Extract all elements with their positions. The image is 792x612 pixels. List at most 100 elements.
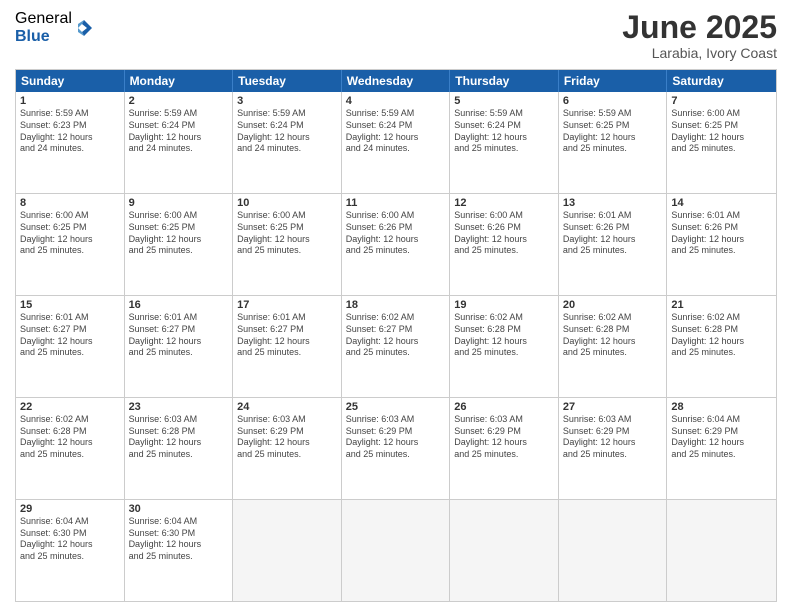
- day-number: 12: [454, 197, 554, 209]
- cal-cell: 14Sunrise: 6:01 AM Sunset: 6:26 PM Dayli…: [667, 194, 776, 295]
- page: General Blue June 2025 Larabia, Ivory Co…: [0, 0, 792, 612]
- day-number: 25: [346, 401, 446, 413]
- day-number: 24: [237, 401, 337, 413]
- logo-general: General: [15, 10, 72, 28]
- cal-cell: 2Sunrise: 5:59 AM Sunset: 6:24 PM Daylig…: [125, 92, 234, 193]
- day-number: 11: [346, 197, 446, 209]
- cal-header-monday: Monday: [125, 70, 234, 92]
- cell-info: Sunrise: 5:59 AM Sunset: 6:24 PM Dayligh…: [129, 108, 229, 155]
- cell-info: Sunrise: 5:59 AM Sunset: 6:24 PM Dayligh…: [454, 108, 554, 155]
- cell-info: Sunrise: 6:01 AM Sunset: 6:27 PM Dayligh…: [20, 312, 120, 359]
- cal-cell: 26Sunrise: 6:03 AM Sunset: 6:29 PM Dayli…: [450, 398, 559, 499]
- cal-header-thursday: Thursday: [450, 70, 559, 92]
- cal-cell: [667, 500, 776, 601]
- cal-cell: 4Sunrise: 5:59 AM Sunset: 6:24 PM Daylig…: [342, 92, 451, 193]
- day-number: 5: [454, 95, 554, 107]
- cal-cell: 22Sunrise: 6:02 AM Sunset: 6:28 PM Dayli…: [16, 398, 125, 499]
- cell-info: Sunrise: 6:00 AM Sunset: 6:26 PM Dayligh…: [346, 210, 446, 257]
- cell-info: Sunrise: 5:59 AM Sunset: 6:24 PM Dayligh…: [346, 108, 446, 155]
- cal-row-4: 22Sunrise: 6:02 AM Sunset: 6:28 PM Dayli…: [16, 397, 776, 499]
- cal-cell: 28Sunrise: 6:04 AM Sunset: 6:29 PM Dayli…: [667, 398, 776, 499]
- cal-row-3: 15Sunrise: 6:01 AM Sunset: 6:27 PM Dayli…: [16, 295, 776, 397]
- cal-cell: [233, 500, 342, 601]
- logo-blue: Blue: [15, 28, 72, 46]
- day-number: 23: [129, 401, 229, 413]
- cell-info: Sunrise: 6:03 AM Sunset: 6:29 PM Dayligh…: [563, 414, 663, 461]
- cell-info: Sunrise: 6:04 AM Sunset: 6:30 PM Dayligh…: [129, 516, 229, 563]
- cal-row-5: 29Sunrise: 6:04 AM Sunset: 6:30 PM Dayli…: [16, 499, 776, 601]
- cal-cell: 10Sunrise: 6:00 AM Sunset: 6:25 PM Dayli…: [233, 194, 342, 295]
- cell-info: Sunrise: 6:04 AM Sunset: 6:30 PM Dayligh…: [20, 516, 120, 563]
- cell-info: Sunrise: 6:00 AM Sunset: 6:25 PM Dayligh…: [129, 210, 229, 257]
- cell-info: Sunrise: 6:02 AM Sunset: 6:28 PM Dayligh…: [454, 312, 554, 359]
- cal-cell: 21Sunrise: 6:02 AM Sunset: 6:28 PM Dayli…: [667, 296, 776, 397]
- cal-cell: [450, 500, 559, 601]
- cal-cell: 7Sunrise: 6:00 AM Sunset: 6:25 PM Daylig…: [667, 92, 776, 193]
- cal-cell: 30Sunrise: 6:04 AM Sunset: 6:30 PM Dayli…: [125, 500, 234, 601]
- day-number: 30: [129, 503, 229, 515]
- day-number: 13: [563, 197, 663, 209]
- cal-header-tuesday: Tuesday: [233, 70, 342, 92]
- cal-cell: 8Sunrise: 6:00 AM Sunset: 6:25 PM Daylig…: [16, 194, 125, 295]
- cell-info: Sunrise: 6:00 AM Sunset: 6:25 PM Dayligh…: [237, 210, 337, 257]
- cal-cell: 9Sunrise: 6:00 AM Sunset: 6:25 PM Daylig…: [125, 194, 234, 295]
- cell-info: Sunrise: 6:01 AM Sunset: 6:27 PM Dayligh…: [129, 312, 229, 359]
- day-number: 15: [20, 299, 120, 311]
- cal-cell: 17Sunrise: 6:01 AM Sunset: 6:27 PM Dayli…: [233, 296, 342, 397]
- cal-cell: 16Sunrise: 6:01 AM Sunset: 6:27 PM Dayli…: [125, 296, 234, 397]
- cal-cell: 18Sunrise: 6:02 AM Sunset: 6:27 PM Dayli…: [342, 296, 451, 397]
- day-number: 3: [237, 95, 337, 107]
- cell-info: Sunrise: 6:03 AM Sunset: 6:29 PM Dayligh…: [346, 414, 446, 461]
- cal-cell: 19Sunrise: 6:02 AM Sunset: 6:28 PM Dayli…: [450, 296, 559, 397]
- cal-cell: 3Sunrise: 5:59 AM Sunset: 6:24 PM Daylig…: [233, 92, 342, 193]
- calendar-header: SundayMondayTuesdayWednesdayThursdayFrid…: [16, 70, 776, 92]
- cell-info: Sunrise: 6:02 AM Sunset: 6:28 PM Dayligh…: [20, 414, 120, 461]
- cell-info: Sunrise: 6:03 AM Sunset: 6:28 PM Dayligh…: [129, 414, 229, 461]
- cell-info: Sunrise: 6:00 AM Sunset: 6:25 PM Dayligh…: [671, 108, 772, 155]
- cell-info: Sunrise: 6:04 AM Sunset: 6:29 PM Dayligh…: [671, 414, 772, 461]
- day-number: 22: [20, 401, 120, 413]
- logo-icon: [74, 18, 94, 38]
- day-number: 19: [454, 299, 554, 311]
- cell-info: Sunrise: 6:02 AM Sunset: 6:28 PM Dayligh…: [671, 312, 772, 359]
- cal-cell: 29Sunrise: 6:04 AM Sunset: 6:30 PM Dayli…: [16, 500, 125, 601]
- day-number: 10: [237, 197, 337, 209]
- cell-info: Sunrise: 5:59 AM Sunset: 6:24 PM Dayligh…: [237, 108, 337, 155]
- cell-info: Sunrise: 6:02 AM Sunset: 6:28 PM Dayligh…: [563, 312, 663, 359]
- cell-info: Sunrise: 6:03 AM Sunset: 6:29 PM Dayligh…: [237, 414, 337, 461]
- cal-cell: 15Sunrise: 6:01 AM Sunset: 6:27 PM Dayli…: [16, 296, 125, 397]
- day-number: 26: [454, 401, 554, 413]
- logo-text: General Blue: [15, 10, 72, 45]
- cal-cell: [559, 500, 668, 601]
- day-number: 1: [20, 95, 120, 107]
- cal-header-saturday: Saturday: [667, 70, 776, 92]
- day-number: 7: [671, 95, 772, 107]
- cal-cell: 27Sunrise: 6:03 AM Sunset: 6:29 PM Dayli…: [559, 398, 668, 499]
- cal-header-friday: Friday: [559, 70, 668, 92]
- cal-cell: 24Sunrise: 6:03 AM Sunset: 6:29 PM Dayli…: [233, 398, 342, 499]
- calendar-body: 1Sunrise: 5:59 AM Sunset: 6:23 PM Daylig…: [16, 92, 776, 601]
- cal-cell: 11Sunrise: 6:00 AM Sunset: 6:26 PM Dayli…: [342, 194, 451, 295]
- logo: General Blue: [15, 10, 94, 45]
- cal-cell: 13Sunrise: 6:01 AM Sunset: 6:26 PM Dayli…: [559, 194, 668, 295]
- day-number: 16: [129, 299, 229, 311]
- month-title: June 2025: [622, 10, 777, 45]
- cal-row-1: 1Sunrise: 5:59 AM Sunset: 6:23 PM Daylig…: [16, 92, 776, 193]
- day-number: 20: [563, 299, 663, 311]
- cal-header-wednesday: Wednesday: [342, 70, 451, 92]
- day-number: 17: [237, 299, 337, 311]
- day-number: 6: [563, 95, 663, 107]
- day-number: 2: [129, 95, 229, 107]
- cal-cell: 1Sunrise: 5:59 AM Sunset: 6:23 PM Daylig…: [16, 92, 125, 193]
- cal-cell: 23Sunrise: 6:03 AM Sunset: 6:28 PM Dayli…: [125, 398, 234, 499]
- cell-info: Sunrise: 6:02 AM Sunset: 6:27 PM Dayligh…: [346, 312, 446, 359]
- cell-info: Sunrise: 6:01 AM Sunset: 6:27 PM Dayligh…: [237, 312, 337, 359]
- cell-info: Sunrise: 6:00 AM Sunset: 6:26 PM Dayligh…: [454, 210, 554, 257]
- cell-info: Sunrise: 6:03 AM Sunset: 6:29 PM Dayligh…: [454, 414, 554, 461]
- cal-cell: 20Sunrise: 6:02 AM Sunset: 6:28 PM Dayli…: [559, 296, 668, 397]
- cal-header-sunday: Sunday: [16, 70, 125, 92]
- day-number: 28: [671, 401, 772, 413]
- cal-cell: [342, 500, 451, 601]
- cal-cell: 25Sunrise: 6:03 AM Sunset: 6:29 PM Dayli…: [342, 398, 451, 499]
- day-number: 4: [346, 95, 446, 107]
